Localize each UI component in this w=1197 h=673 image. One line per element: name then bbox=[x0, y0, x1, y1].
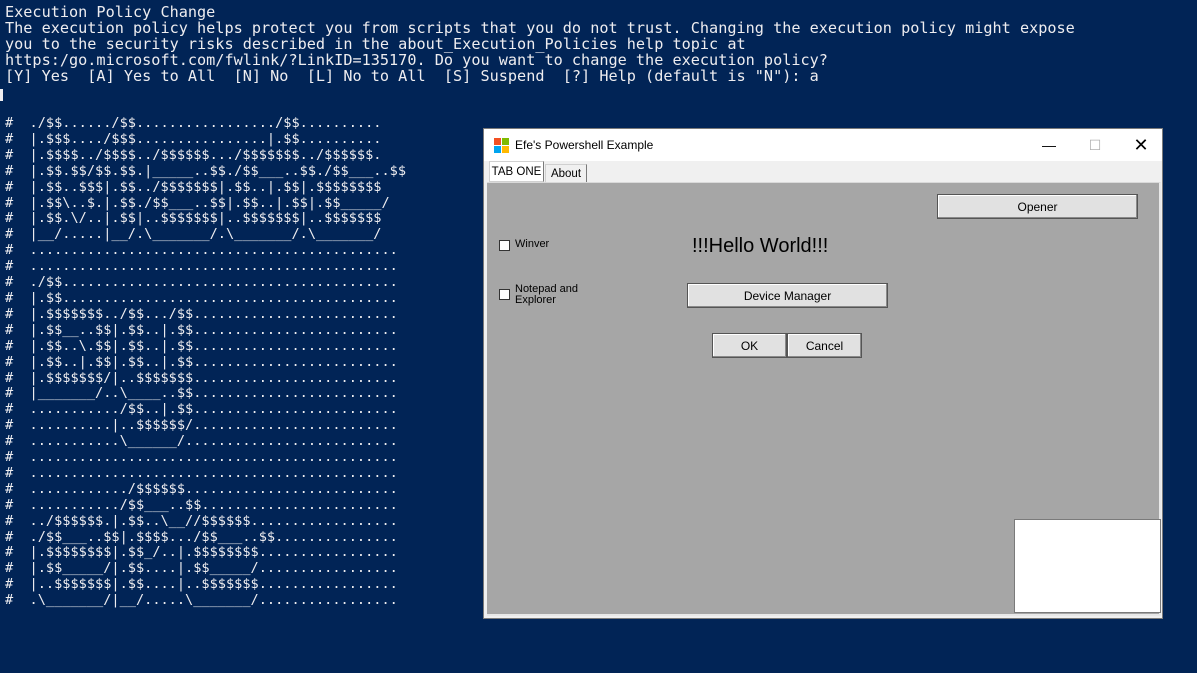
console-line: Execution Policy Change bbox=[5, 3, 216, 21]
console-line: you to the security risks described in t… bbox=[5, 35, 746, 53]
console-output: Execution Policy Change The execution pol… bbox=[5, 4, 1195, 84]
console-prompt-line: [Y] Yes [A] Yes to All [N] No [L] No to … bbox=[5, 67, 819, 85]
winver-checkbox[interactable] bbox=[499, 240, 510, 251]
ascii-art-line: # ..........|..$$$$$$/..................… bbox=[5, 417, 398, 434]
winver-label[interactable]: Winver bbox=[515, 239, 549, 250]
close-icon: ✕ bbox=[1133, 134, 1149, 155]
ok-button[interactable]: OK bbox=[712, 333, 787, 358]
close-button[interactable]: ✕ bbox=[1118, 129, 1164, 161]
app-window: Efe's Powershell Example — ☐ ✕ TAB ONE A… bbox=[483, 128, 1163, 619]
tab-one[interactable]: TAB ONE bbox=[489, 161, 544, 182]
app-icon bbox=[494, 138, 509, 153]
ascii-art-line: # |.$$\..$.|.$$./$$___..$$|.$$..|.$$|.$$… bbox=[5, 194, 390, 211]
ascii-art-line: # |.$$_____/|.$$....|.$$_____/..........… bbox=[5, 560, 398, 577]
ascii-art-line: # |.$$$$../$$$$../$$$$$$.../$$$$$$$../$$… bbox=[5, 146, 382, 163]
ascii-art-block: # ./$$....../$$................./$$.....… bbox=[5, 115, 407, 609]
ascii-art-line: # ./$$....../$$................./$$.....… bbox=[5, 115, 382, 131]
ascii-art-line: # |.$$.$$/$$.$$.|_____..$$./$$___..$$./$… bbox=[5, 162, 407, 179]
notepad-explorer-checkbox[interactable] bbox=[499, 289, 510, 300]
ascii-art-line: # |__/.....|__/.\_______/.\_______/.\___… bbox=[5, 226, 382, 243]
ascii-art-line: # .........../$$..|.$$..................… bbox=[5, 401, 398, 418]
tab-panel: Opener Winver !!!Hello World!!! Notepad … bbox=[487, 182, 1161, 616]
ascii-art-line: # .\_______/|__/.....\_______/..........… bbox=[5, 592, 398, 609]
console-cursor bbox=[0, 89, 3, 101]
ascii-art-line: # |.$$..|.$$|.$$..|.$$..................… bbox=[5, 353, 398, 370]
ascii-art-line: # ......................................… bbox=[5, 242, 398, 259]
console-line: https:/go.microsoft.com/fwlink/?LinkID=1… bbox=[5, 51, 828, 69]
ascii-art-line: # .........../$$___..$$.................… bbox=[5, 496, 398, 513]
maximize-icon: ☐ bbox=[1088, 136, 1102, 153]
ascii-art-line: # |.$$$$$$$$|.$$_/..|.$$$$$$$$..........… bbox=[5, 544, 398, 561]
hello-world-label: !!!Hello World!!! bbox=[692, 235, 829, 257]
cancel-button[interactable]: Cancel bbox=[787, 333, 862, 358]
ascii-art-line: # ............/$$$$$$...................… bbox=[5, 480, 398, 497]
output-box[interactable] bbox=[1014, 519, 1161, 613]
ascii-art-line: # |.$$$$$$$/|..$$$$$$$..................… bbox=[5, 369, 398, 386]
ascii-art-line: # |_______/..\____..$$..................… bbox=[5, 385, 398, 402]
minimize-button[interactable]: — bbox=[1026, 129, 1072, 161]
maximize-button[interactable]: ☐ bbox=[1072, 129, 1118, 161]
console-line: The execution policy helps protect you f… bbox=[5, 19, 1075, 37]
ascii-art-line: # ......................................… bbox=[5, 464, 398, 481]
title-bar[interactable]: Efe's Powershell Example — ☐ ✕ bbox=[484, 129, 1162, 161]
ascii-art-line: # |.$$..$$$|.$$../$$$$$$$|.$$..|.$$|.$$$… bbox=[5, 178, 382, 195]
ascii-art-line: # ../$$$$$$.|.$$..\__//$$$$$$...........… bbox=[5, 512, 398, 529]
ascii-art-line: # ......................................… bbox=[5, 449, 398, 466]
ascii-art-line: # |.$$$..../$$$................|.$$.....… bbox=[5, 130, 382, 147]
tab-strip: TAB ONE About bbox=[487, 161, 1161, 182]
ascii-art-line: # ...........\______/...................… bbox=[5, 433, 398, 450]
opener-button[interactable]: Opener bbox=[937, 194, 1138, 219]
ascii-art-line: # ./$$___..$$|.$$$$.../$$___..$$........… bbox=[5, 528, 398, 545]
ascii-art-line: # |..$$$$$$$|.$$....|..$$$$$$$..........… bbox=[5, 576, 398, 593]
window-title: Efe's Powershell Example bbox=[515, 138, 654, 152]
tab-about[interactable]: About bbox=[545, 164, 587, 182]
minimize-icon: — bbox=[1042, 137, 1056, 153]
ascii-art-line: # ......................................… bbox=[5, 258, 398, 275]
ascii-art-line: # |.$$.\/..|.$$|..$$$$$$$|..$$$$$$$|..$$… bbox=[5, 210, 382, 227]
ascii-art-line: # |.$$__..$$|.$$..|.$$..................… bbox=[5, 321, 398, 338]
notepad-explorer-label[interactable]: Notepad and Explorer bbox=[515, 284, 605, 306]
ascii-art-line: # ./$$..................................… bbox=[5, 274, 398, 291]
ascii-art-line: # |.$$..\.$$|.$$..|.$$..................… bbox=[5, 337, 398, 354]
device-manager-button[interactable]: Device Manager bbox=[687, 283, 888, 308]
ascii-art-line: # |.$$..................................… bbox=[5, 289, 398, 306]
ascii-art-line: # |.$$$$$$$../$$.../$$..................… bbox=[5, 305, 398, 322]
